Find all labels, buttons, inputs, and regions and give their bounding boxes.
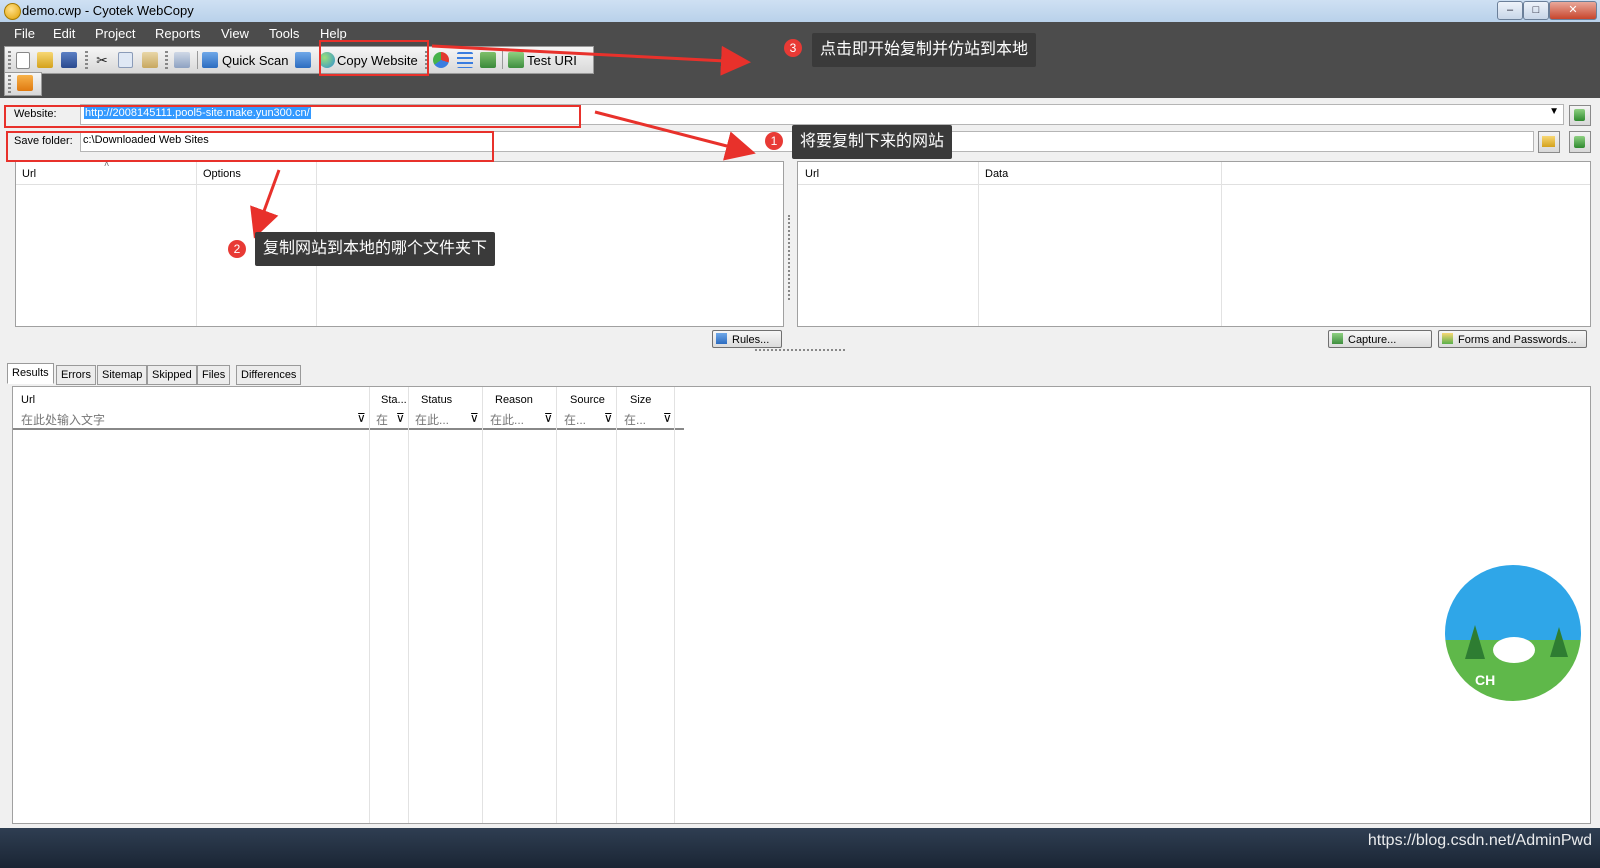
annotation-callout-2: 复制网站到本地的哪个文件夹下 [255, 232, 496, 266]
arrow-to-callout-1 [594, 110, 756, 161]
annotation-callout-3: 点击即开始复制并仿站到本地 [812, 33, 1037, 67]
arrow-to-callout-3 [431, 44, 751, 76]
annotation-badge-1: 1 [765, 132, 783, 150]
annotation-callout-1: 将要复制下来的网站 [792, 125, 953, 159]
arrow-to-callout-2 [250, 169, 281, 239]
annotation-badge-2: 2 [228, 240, 246, 258]
annotation-badge-3: 3 [784, 39, 802, 57]
